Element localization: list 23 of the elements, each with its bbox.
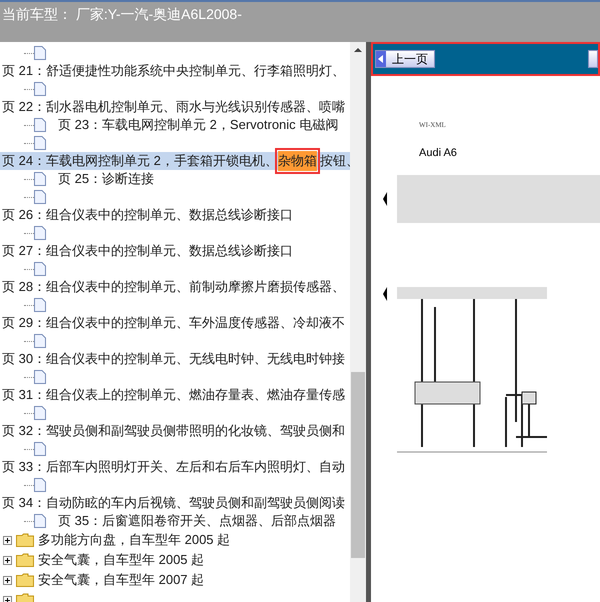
tree-row[interactable]: 页 34：自动防眩的车内后视镜、驾驶员侧和副驾驶员侧阅读 — [0, 494, 350, 512]
tree-row[interactable]: 页 21：舒适便捷性功能系统中央控制单元、行李箱照明灯、 — [0, 62, 350, 80]
tree-item-label: 按钮、 — [320, 152, 350, 170]
window-title: 当前车型： 厂家:Y-一汽-奥迪A6L2008- — [2, 6, 242, 22]
tree-item-label[interactable]: 页 35：后窗遮阳卷帘开关、点烟器、后部点烟器 — [58, 511, 336, 531]
tree-item-label[interactable]: 页 23：车载电网控制单元 2，Servotronic 电磁阀 — [58, 115, 338, 135]
tree-row[interactable]: 页 28：组合仪表中的控制单元、前制动摩擦片磨损传感器、 — [0, 278, 350, 296]
previous-page-button[interactable]: 上一页 — [375, 50, 435, 68]
tree-row[interactable]: 页 26：组合仪表中的控制单元、数据总线诊断接口 — [0, 206, 350, 224]
tree-row[interactable]: 页 31：组合仪表上的控制单元、燃油存量表、燃油存量传感 — [0, 386, 350, 404]
tree-item-label[interactable]: 页 25：诊断连接 — [58, 169, 154, 189]
tree-row[interactable]: 页 29：组合仪表中的控制单元、车外温度传感器、冷却液不 — [0, 314, 350, 332]
tree-row[interactable]: 页 24：车载电网控制单元 2，手套箱开锁电机、杂物箱 按钮、 — [0, 152, 350, 170]
tree-row[interactable]: 页 27：组合仪表中的控制单元、数据总线诊断接口 — [0, 242, 350, 260]
tree-row[interactable]: 页 33：后部车内照明灯开关、左后和右后车内照明灯、自动 — [0, 458, 350, 476]
folder-label[interactable]: 安全气囊，自车型年 2005 起 — [38, 550, 204, 570]
folder-label[interactable]: 多功能方向盘，自车型年 2005 起 — [38, 530, 230, 550]
tree-row[interactable]: 页 22：刮水器电机控制单元、雨水与光线识别传感器、喷嘴 — [0, 98, 350, 116]
document-title: Audi A6 — [419, 146, 458, 160]
folder-label[interactable]: 安全气囊，自车型年 2007 起 — [38, 570, 204, 590]
search-highlight: 杂物箱 — [278, 151, 317, 171]
tree-row[interactable]: 页 30：组合仪表中的控制单元、无线电时钟、无线电时钟接 — [0, 350, 350, 368]
tree-row[interactable]: 页 32：驾驶员侧和副驾驶员侧带照明的化妆镜、驾驶员侧和 — [0, 422, 350, 440]
